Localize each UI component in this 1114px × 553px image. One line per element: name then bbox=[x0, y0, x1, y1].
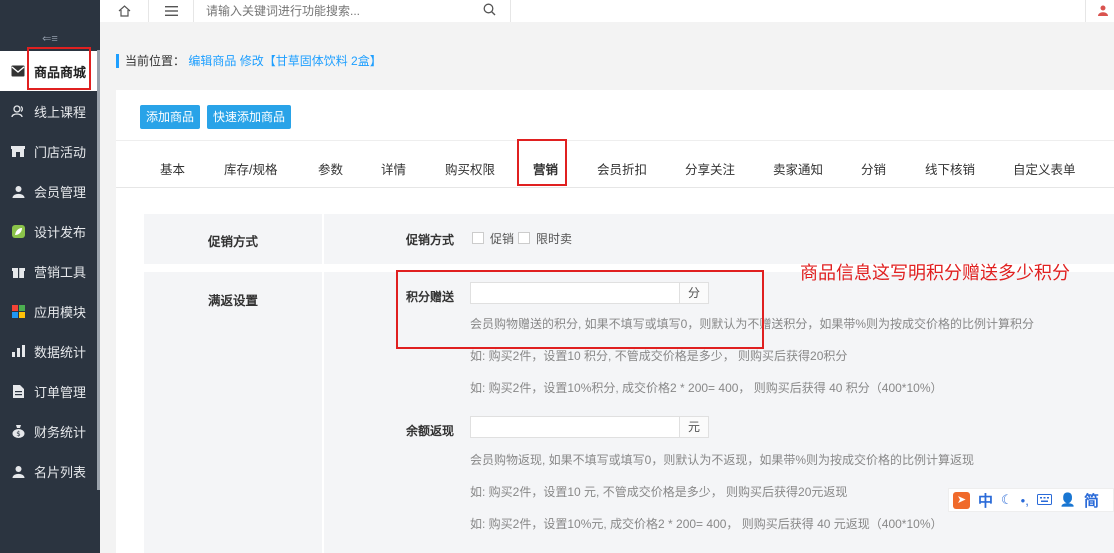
keyboard-icon[interactable] bbox=[1036, 492, 1052, 509]
highlight-box bbox=[396, 270, 764, 349]
flash-sale-option-label: 限时卖 bbox=[536, 232, 573, 246]
topbar bbox=[100, 0, 1114, 23]
sidebar-item-members[interactable]: 会员管理 bbox=[0, 171, 100, 211]
balance-unit: 元 bbox=[679, 416, 709, 438]
ime-mode[interactable]: 简 bbox=[1084, 490, 1099, 511]
balance-input[interactable] bbox=[470, 416, 680, 438]
points-example-2: 如: 购买2件，设置10%积分, 成交价格2 * 200= 400， 则购买后获… bbox=[470, 381, 943, 395]
add-product-button[interactable]: 添加商品 bbox=[140, 105, 201, 129]
balance-example-2: 如: 购买2件，设置10%元, 成交价格2 * 200= 400， 则购买后获得… bbox=[470, 517, 943, 531]
tab-seller-notice[interactable]: 卖家通知 bbox=[773, 159, 823, 178]
balance-label: 余额返现 bbox=[406, 424, 455, 438]
mail-icon bbox=[10, 63, 26, 79]
search-icon[interactable] bbox=[483, 3, 496, 19]
promo-field-label: 促销方式 bbox=[406, 233, 455, 247]
gift-icon bbox=[10, 263, 26, 279]
breadcrumb-prefix: 当前位置： bbox=[125, 54, 186, 68]
rebate-section-title: 满返设置 bbox=[207, 294, 258, 308]
highlight-box bbox=[517, 139, 567, 186]
sidebar-item-courses[interactable]: 线上课程 bbox=[0, 91, 100, 131]
user-menu[interactable] bbox=[1085, 0, 1114, 22]
checkbox[interactable] bbox=[472, 232, 484, 244]
promo-option[interactable]: 促销 bbox=[472, 230, 514, 247]
tab-share[interactable]: 分享关注 bbox=[685, 159, 735, 178]
sidebar-item-label: 会员管理 bbox=[34, 184, 87, 200]
document-icon bbox=[10, 383, 26, 399]
tab-distribution[interactable]: 分销 bbox=[861, 159, 886, 178]
sidebar-item-label: 营销工具 bbox=[34, 264, 87, 280]
user-icon[interactable]: 👤 bbox=[1060, 492, 1076, 508]
tab-stock[interactable]: 库存/规格 bbox=[224, 159, 277, 178]
promo-section-body: 促销方式 促销 限时卖 bbox=[324, 214, 1114, 264]
sidebar-item-orders[interactable]: 订单管理 bbox=[0, 371, 100, 411]
user-icon bbox=[10, 183, 26, 199]
tab-params[interactable]: 参数 bbox=[318, 159, 343, 178]
punctuation-icon[interactable]: •, bbox=[1021, 493, 1029, 508]
sidebar-item-label: 数据统计 bbox=[34, 344, 87, 360]
bar-chart-icon bbox=[10, 343, 26, 359]
menu-icon[interactable] bbox=[148, 0, 194, 22]
sidebar-item-statistics[interactable]: 数据统计 bbox=[0, 331, 100, 371]
balance-example-1: 如: 购买2件，设置10 元, 不管成交价格是多少， 则购买后获得20元返现 bbox=[470, 485, 848, 499]
quick-add-product-button[interactable]: 快速添加商品 bbox=[207, 105, 292, 129]
sidebar-item-label: 订单管理 bbox=[34, 384, 87, 400]
store-icon bbox=[10, 143, 26, 159]
promo-option-label: 促销 bbox=[490, 232, 515, 246]
ime-logo-icon[interactable]: ➤ bbox=[953, 491, 970, 509]
checkbox[interactable] bbox=[518, 232, 530, 244]
breadcrumb: 当前位置： 编辑商品 修改【甘草固体饮料 2盒】 bbox=[116, 54, 382, 68]
tab-offline-verify[interactable]: 线下核销 bbox=[925, 159, 975, 178]
moon-icon[interactable]: ☾ bbox=[1001, 492, 1013, 508]
apps-icon bbox=[10, 303, 26, 319]
search-input[interactable] bbox=[204, 0, 478, 22]
leaf-icon bbox=[10, 223, 26, 239]
tab-details[interactable]: 详情 bbox=[381, 159, 406, 178]
breadcrumb-link[interactable]: 编辑商品 修改【甘草固体饮料 2盒】 bbox=[188, 54, 381, 68]
sidebar-item-label: 门店活动 bbox=[34, 144, 87, 160]
sidebar-item-marketing[interactable]: 营销工具 bbox=[0, 251, 100, 291]
rebate-section-label: 满返设置 bbox=[144, 272, 322, 553]
promo-section-title: 促销方式 bbox=[207, 235, 258, 249]
annotation-note: 商品信息这写明积分赠送多少积分 bbox=[800, 263, 1070, 283]
users-icon bbox=[10, 103, 26, 119]
tab-bar: 基本 库存/规格 参数 详情 购买权限 营销 会员折扣 分享关注 卖家通知 分销… bbox=[116, 140, 1114, 188]
tab-custom-form[interactable]: 自定义表单 bbox=[1013, 159, 1076, 178]
sidebar-item-apps[interactable]: 应用模块 bbox=[0, 291, 100, 331]
collapse-icon[interactable]: ⇐≡ bbox=[0, 32, 100, 45]
sidebar-item-label: 应用模块 bbox=[34, 304, 87, 320]
tab-basic[interactable]: 基本 bbox=[160, 159, 185, 178]
sidebar-item-label: 设计发布 bbox=[34, 224, 87, 240]
ime-language[interactable]: 中 bbox=[978, 490, 993, 511]
sidebar-item-design[interactable]: 设计发布 bbox=[0, 211, 100, 251]
user-icon bbox=[1098, 5, 1108, 19]
svg-text:$: $ bbox=[16, 430, 20, 438]
ime-toolbar: ➤ 中 ☾ •, 👤 简 bbox=[948, 488, 1114, 512]
sidebar-item-finance[interactable]: $ 财务统计 bbox=[0, 411, 100, 451]
promo-section-label: 促销方式 bbox=[144, 214, 322, 264]
home-icon[interactable] bbox=[110, 2, 138, 20]
sidebar-item-label: 名片列表 bbox=[34, 464, 87, 480]
points-example-1: 如: 购买2件，设置10 积分, 不管成交价格是多少， 则购买后获得20积分 bbox=[470, 349, 848, 363]
sidebar-item-cards[interactable]: 名片列表 bbox=[0, 451, 100, 491]
money-bag-icon: $ bbox=[10, 423, 26, 439]
highlight-box bbox=[27, 47, 91, 90]
sidebar-item-store-events[interactable]: 门店活动 bbox=[0, 131, 100, 171]
sidebar-item-label: 财务统计 bbox=[34, 424, 87, 440]
tab-permissions[interactable]: 购买权限 bbox=[445, 159, 495, 178]
search-bar bbox=[192, 0, 511, 22]
balance-help: 会员购物返现, 如果不填写或填写0，则默认为不返现，如果带%则为按成交价格的比例… bbox=[470, 453, 975, 467]
flash-sale-option[interactable]: 限时卖 bbox=[518, 230, 572, 247]
tab-member-discount[interactable]: 会员折扣 bbox=[597, 159, 647, 178]
sidebar-item-label: 线上课程 bbox=[34, 104, 87, 120]
user-icon bbox=[10, 463, 26, 479]
